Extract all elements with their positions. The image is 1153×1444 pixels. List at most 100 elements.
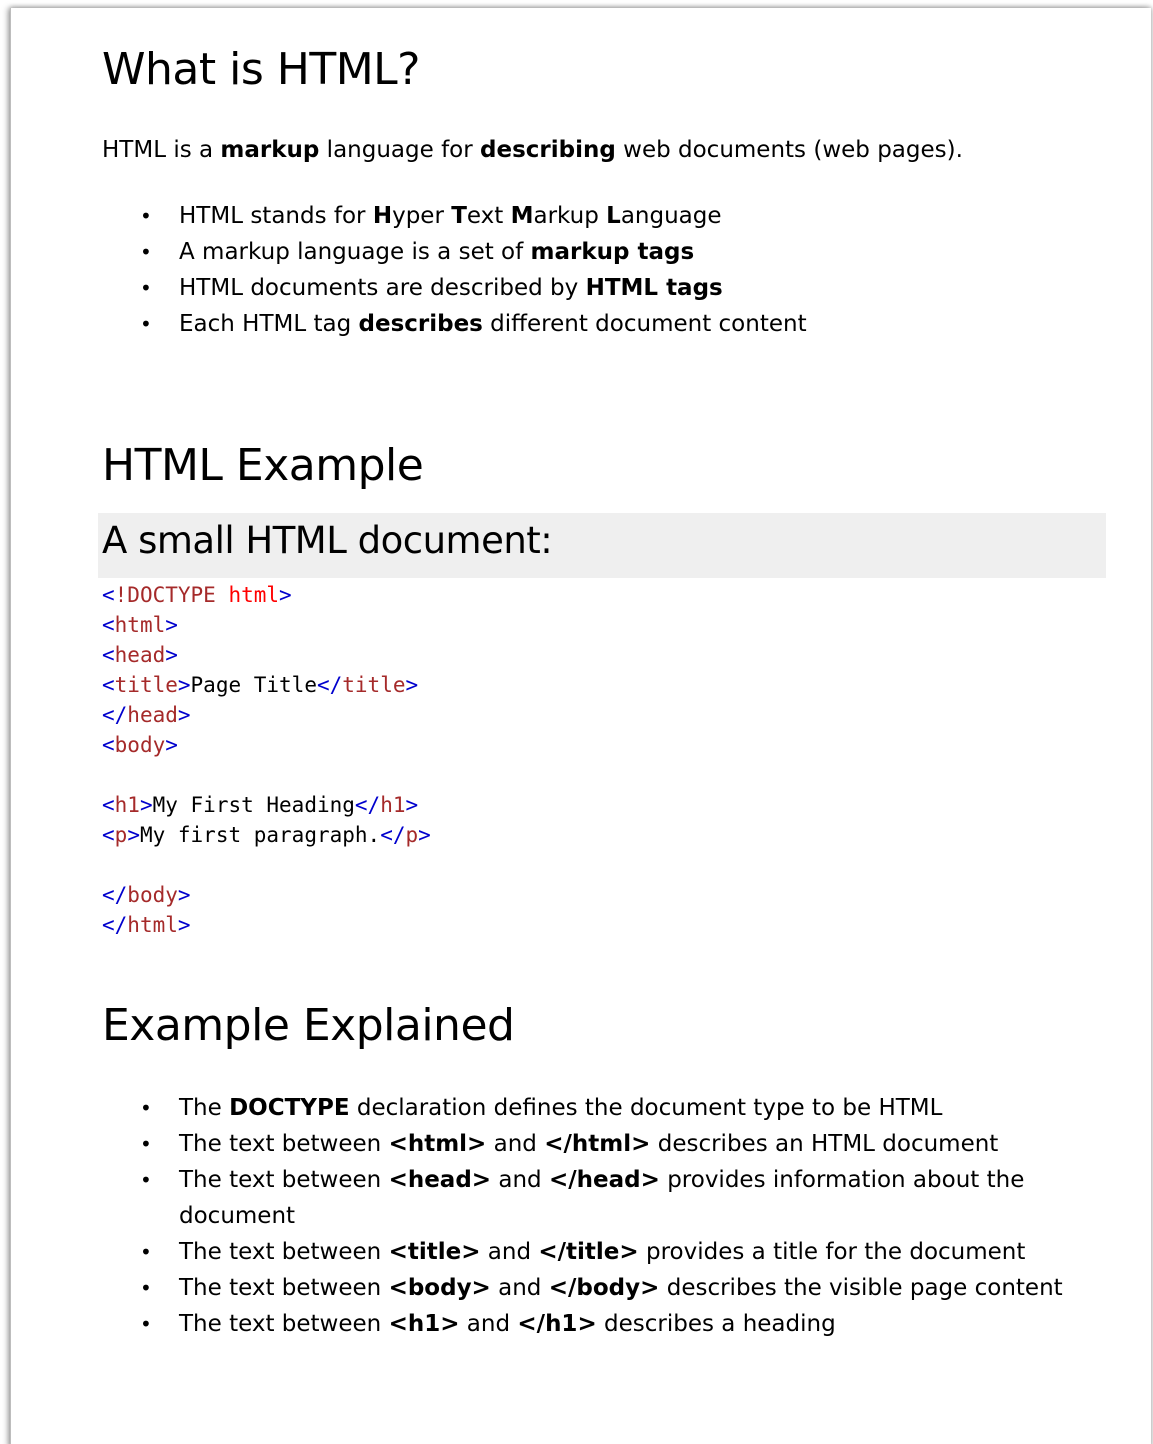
- list-item: The text between <title> and </title> pr…: [140, 1234, 1090, 1270]
- code-bracket: </: [316, 673, 343, 697]
- code-tag: h1: [114, 793, 140, 817]
- code-tag: title: [114, 673, 178, 697]
- code-bracket: </: [354, 793, 381, 817]
- list-item-text: Each HTML tag: [179, 311, 359, 337]
- code-bracket: >: [405, 673, 419, 697]
- list-item: Each HTML tag describes different docume…: [140, 306, 1040, 342]
- code-tag: body: [114, 733, 166, 757]
- list-item-text: yper: [392, 203, 452, 229]
- code-tag: html: [114, 613, 166, 637]
- code-tag: body: [127, 883, 178, 907]
- code-bracket: >: [405, 793, 419, 817]
- list-item-text: and: [486, 1131, 545, 1157]
- list-item-text: The text between: [179, 1311, 389, 1337]
- list-item-bold: <body>: [388, 1275, 491, 1301]
- list-item-text: arkup: [533, 203, 607, 229]
- code-bracket: >: [177, 913, 191, 937]
- list-item: The text between <h1> and </h1> describe…: [140, 1306, 1090, 1342]
- list-item-bold: markup tags: [530, 239, 695, 265]
- list-item-bold: </title>: [538, 1239, 639, 1265]
- list-item-text: HTML documents are described by: [179, 275, 586, 301]
- document-page: What is HTML? HTML is a markup language …: [10, 8, 1151, 1444]
- list-item-bold: <html>: [388, 1131, 487, 1157]
- what-is-html-list: HTML stands for Hyper Text Markup Langua…: [140, 198, 1040, 342]
- list-item-text: and: [491, 1167, 549, 1193]
- list-item-text: provides a title for the document: [638, 1239, 1026, 1265]
- code-bracket: </: [102, 913, 128, 937]
- code-bracket: <: [102, 793, 115, 817]
- list-item-text: ext: [466, 203, 511, 229]
- code-tag: head: [114, 643, 166, 667]
- list-item-bold: <head>: [388, 1167, 492, 1193]
- code-bracket: >: [165, 733, 178, 757]
- code-bracket: <: [102, 673, 115, 697]
- list-item-text: A markup language is a set of: [179, 239, 531, 265]
- intro-bold-describing: describing: [480, 137, 616, 163]
- list-item-text: The text between: [179, 1275, 389, 1301]
- list-item-text: HTML stands for: [179, 203, 373, 229]
- list-item-text: describes the visible page content: [659, 1275, 1063, 1301]
- list-item: HTML stands for Hyper Text Markup Langua…: [140, 198, 1040, 234]
- code-bracket: >: [418, 823, 431, 847]
- list-item-bold: describes: [358, 311, 483, 337]
- code-text: Page Title: [190, 673, 317, 697]
- list-item-bold: </body>: [548, 1275, 660, 1301]
- code-bracket: >: [165, 613, 178, 637]
- intro-paragraph: HTML is a markup language for describing…: [102, 134, 963, 166]
- list-item-text: The: [179, 1095, 230, 1121]
- heading-html-example: HTML Example: [102, 440, 424, 491]
- code-bracket: >: [177, 883, 191, 907]
- list-item-text: and: [459, 1311, 518, 1337]
- list-item-text: different document content: [482, 311, 807, 337]
- list-item: The text between <head> and </head> prov…: [140, 1162, 1090, 1234]
- example-caption: A small HTML document:: [102, 519, 553, 562]
- list-item-bold: </head>: [548, 1167, 660, 1193]
- code-tag: p: [405, 823, 419, 847]
- code-bracket: <: [102, 613, 115, 637]
- code-bracket: >: [279, 583, 292, 607]
- code-bracket: <: [102, 643, 115, 667]
- code-text: My First Heading: [152, 793, 355, 817]
- list-item-bold: </h1>: [517, 1311, 597, 1337]
- code-bracket: >: [127, 823, 140, 847]
- code-doctype: !DOCTYPE: [114, 583, 216, 607]
- list-item-text: and: [480, 1239, 539, 1265]
- code-text: My first paragraph.: [139, 823, 381, 847]
- list-item-text: The text between: [179, 1167, 389, 1193]
- intro-text: web documents (web pages).: [615, 137, 963, 163]
- code-bracket: <: [102, 583, 115, 607]
- list-item: HTML documents are described by HTML tag…: [140, 270, 1040, 306]
- list-item-bold: <h1>: [388, 1311, 460, 1337]
- list-item: The text between <body> and </body> desc…: [140, 1270, 1090, 1306]
- list-item-text: describes an HTML document: [650, 1131, 999, 1157]
- list-item: The DOCTYPE declaration defines the docu…: [140, 1090, 1090, 1126]
- list-item-text: and: [490, 1275, 549, 1301]
- heading-example-explained: Example Explained: [102, 1000, 515, 1051]
- list-item-bold: HTML tags: [585, 275, 723, 301]
- list-item-text: declaration defines the document type to…: [349, 1095, 943, 1121]
- example-explained-list: The DOCTYPE declaration defines the docu…: [140, 1090, 1090, 1342]
- list-item-bold: T: [451, 203, 467, 229]
- code-bracket: >: [139, 793, 153, 817]
- code-example: <!DOCTYPE html> <html> <head> <title>Pag…: [102, 580, 431, 940]
- code-bracket: <: [102, 823, 115, 847]
- list-item-bold: L: [606, 203, 621, 229]
- list-item-text: The text between: [179, 1239, 389, 1265]
- code-bracket: </: [102, 883, 128, 907]
- list-item-text: anguage: [620, 203, 722, 229]
- list-item-text: The text between: [179, 1131, 389, 1157]
- list-item-bold: H: [372, 203, 393, 229]
- code-bracket: </: [102, 703, 128, 727]
- list-item: A markup language is a set of markup tag…: [140, 234, 1040, 270]
- code-bracket: </: [380, 823, 406, 847]
- code-bracket: >: [177, 703, 191, 727]
- code-attribute: html: [215, 583, 280, 607]
- code-tag: h1: [380, 793, 406, 817]
- code-tag: title: [342, 673, 406, 697]
- code-bracket: <: [102, 733, 115, 757]
- list-item: The text between <html> and </html> desc…: [140, 1126, 1090, 1162]
- list-item-bold: <title>: [388, 1239, 481, 1265]
- heading-what-is-html: What is HTML?: [102, 44, 421, 95]
- list-item-text: describes a heading: [596, 1311, 836, 1337]
- code-tag: p: [114, 823, 128, 847]
